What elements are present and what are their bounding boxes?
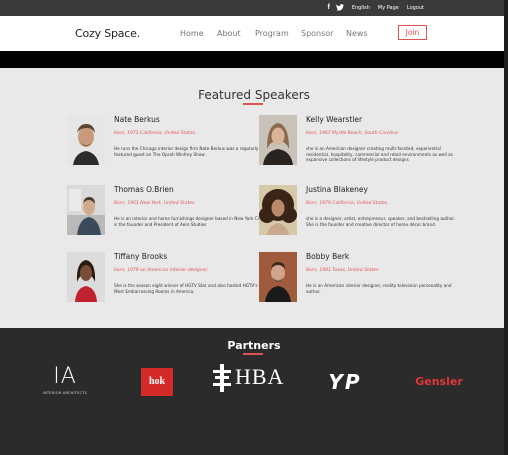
speakers-title: Featured Speakers — [198, 88, 310, 102]
speaker-born: Born, 1961 New York, United States. — [114, 201, 196, 206]
top-utility-bar: f English My Page Logout — [0, 0, 508, 16]
partner-logo-ia[interactable]: IA INTERIOR ARCHITECTS — [40, 366, 90, 400]
hero-banner-strip — [0, 51, 508, 68]
speaker-name: Tiffany Brooks — [114, 252, 168, 261]
ia-logo-subtitle: INTERIOR ARCHITECTS — [42, 391, 88, 395]
nav-sponsor[interactable]: Sponsor — [301, 29, 333, 38]
partner-logo-gensler[interactable]: Gensler — [400, 374, 478, 390]
page-scrollbar[interactable] — [504, 0, 508, 455]
partner-logo-hba[interactable]: HBA — [213, 362, 293, 398]
facebook-icon[interactable]: f — [328, 4, 330, 11]
speaker-name: Nate Berkus — [114, 115, 160, 124]
speaker-name: Kelly Wearstler — [306, 115, 363, 124]
speaker-bio: she is an American designer creating mul… — [306, 146, 453, 163]
title-underline — [243, 103, 263, 105]
partners-underline — [243, 353, 263, 355]
my-page-link[interactable]: My Page — [378, 5, 399, 11]
speaker-photo — [67, 252, 105, 302]
speaker-bio: She is the season eight winner of HGTV S… — [114, 283, 267, 294]
nav-about[interactable]: About — [217, 29, 241, 38]
speaker-bio: she is a designer, artist, entrepreneur,… — [306, 216, 456, 227]
nav-program[interactable]: Program — [255, 29, 289, 38]
hba-emblem-icon — [213, 364, 231, 392]
gensler-logo-text: Gensler — [415, 375, 463, 388]
speaker-bio: He is an American interior designer, rea… — [306, 283, 452, 294]
partner-logo-hok[interactable]: hok — [141, 368, 173, 396]
speaker-bio: He runs the Chicago interior design firm… — [114, 146, 259, 157]
hok-logo-mark: hok — [148, 376, 166, 387]
social-links: f — [328, 4, 344, 11]
nav-home[interactable]: Home — [180, 29, 204, 38]
speaker-born: Born, 1981 Texas, United States — [306, 268, 379, 273]
main-navbar: Cozy Space. Home About Program Sponsor N… — [0, 16, 508, 51]
speaker-photo — [67, 115, 105, 165]
speaker-born: born, 1979 an American interior designer… — [114, 268, 209, 273]
twitter-icon[interactable] — [335, 4, 344, 11]
speaker-bio: He is an interior and home furnishings d… — [114, 216, 271, 227]
speaker-name: Bobby Berk — [306, 252, 350, 261]
speaker-born: Born, 1979 California, United States. — [306, 201, 389, 206]
speaker-photo — [259, 185, 297, 235]
logout-link[interactable]: Logout — [407, 5, 424, 11]
speaker-name: Justina Blakeney — [306, 185, 368, 194]
speaker-photo — [259, 115, 297, 165]
language-link[interactable]: English — [352, 5, 370, 11]
utility-links: f English My Page Logout — [328, 4, 425, 11]
yp-logo-text: YP — [328, 370, 362, 394]
partners-title: Partners — [227, 339, 281, 352]
brand-logo[interactable]: Cozy Space. — [75, 27, 140, 40]
hba-logo-text: HBA — [235, 364, 285, 389]
speaker-photo — [67, 185, 105, 235]
ia-logo-mark: IA — [53, 364, 77, 389]
speaker-born: born, 1971 California, United States. — [114, 131, 197, 136]
speaker-born: born, 1967 Myrtle Beach, South Carolina. — [306, 131, 400, 136]
partner-logo-yp[interactable]: YP — [314, 368, 376, 396]
partners-section: Partners IA INTERIOR ARCHITECTS hok HBA … — [0, 328, 508, 455]
featured-speakers-section: Featured Speakers Nate Berkus born, 1971… — [0, 68, 508, 328]
join-button[interactable]: Join — [398, 25, 427, 40]
nav-news[interactable]: News — [346, 29, 368, 38]
speaker-photo — [259, 252, 297, 302]
speaker-name: Thomas O.Brien — [114, 185, 174, 194]
